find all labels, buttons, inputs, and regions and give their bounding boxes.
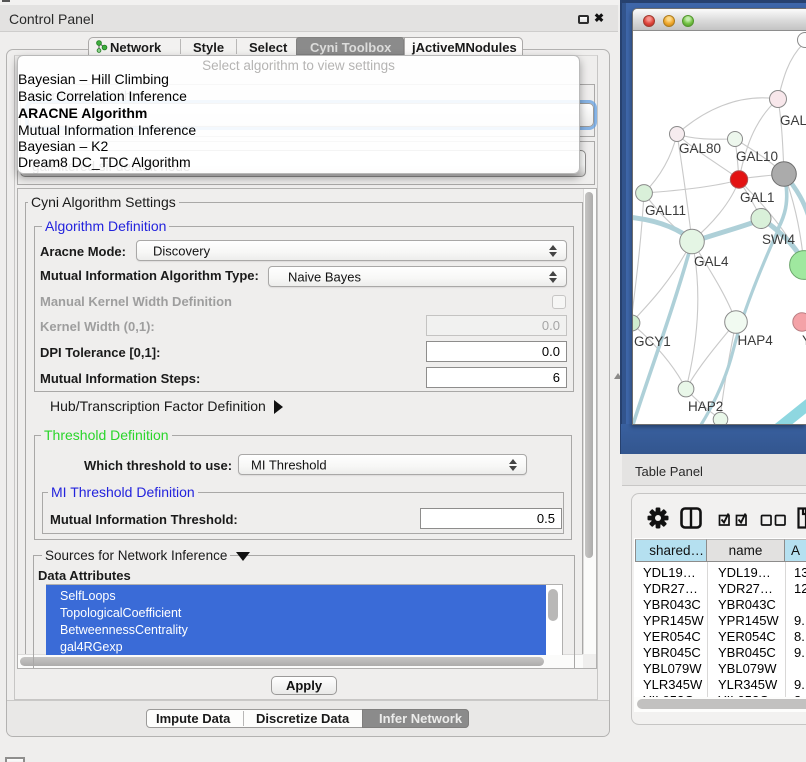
- svg-text:HAP2: HAP2: [688, 399, 723, 414]
- svg-text:GAL80: GAL80: [679, 141, 721, 156]
- svg-text:GAL7: GAL7: [780, 113, 806, 128]
- svg-text:GAL4: GAL4: [694, 254, 729, 269]
- svg-text:GAL10: GAL10: [736, 149, 778, 164]
- svg-text:GCY1: GCY1: [634, 334, 671, 349]
- svg-text:GAL1: GAL1: [740, 190, 775, 205]
- svg-text:SWI4: SWI4: [762, 232, 795, 247]
- svg-text:YEL: YEL: [802, 333, 806, 348]
- svg-text:HAP4: HAP4: [738, 333, 774, 348]
- svg-text:GAL11: GAL11: [645, 203, 686, 218]
